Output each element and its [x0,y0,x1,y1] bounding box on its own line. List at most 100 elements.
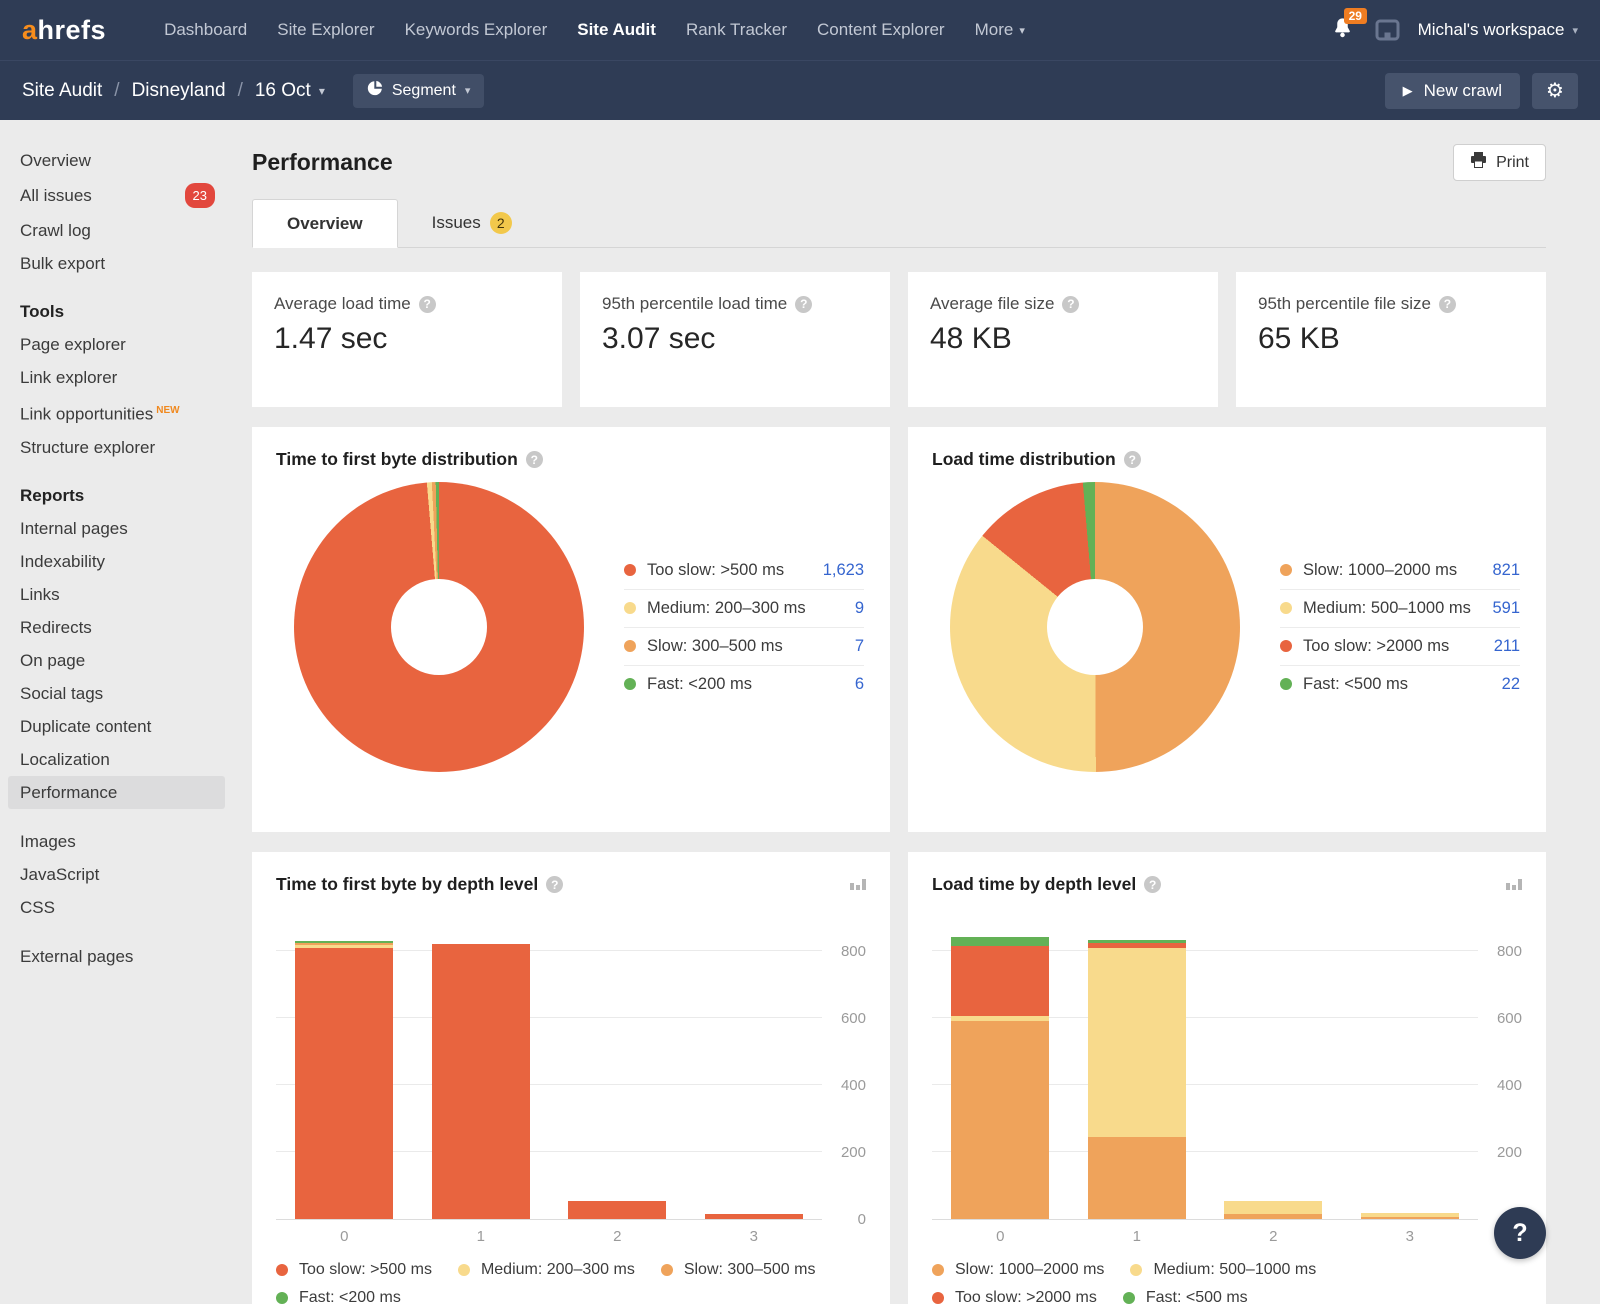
legend-dot [624,640,636,652]
nav-right-cluster: 29 Michal's workspace ▾ [1332,16,1578,44]
nav-item-content-explorer[interactable]: Content Explorer [817,20,945,40]
breadcrumb-site-audit[interactable]: Site Audit [22,80,102,102]
sidebar-item-duplicate-content[interactable]: Duplicate content [8,710,225,743]
print-button[interactable]: Print [1453,144,1546,181]
bar-plot-block: 80060040020000123Too slow: >500 msMedium… [276,935,866,1304]
sidebar-item-social-tags[interactable]: Social tags [8,677,225,710]
sidebar-item-overview[interactable]: Overview [8,144,225,177]
pie-legend: Slow: 1000–2000 ms821Medium: 500–1000 ms… [1280,552,1520,703]
help-icon[interactable]: ? [526,451,543,468]
help-icon[interactable]: ? [1144,876,1161,893]
notifications-button[interactable]: 29 [1332,16,1353,44]
sidebar-item-performance[interactable]: Performance [8,776,225,809]
help-icon[interactable]: ? [1439,296,1456,313]
sidebar-item-link-explorer[interactable]: Link explorer [8,361,225,394]
workspace-switcher[interactable]: Michal's workspace ▾ [1418,20,1578,40]
sidebar-item-link-opportunities[interactable]: Link opportunitiesNEW [8,394,225,431]
x-tick-label: 0 [276,1228,413,1245]
chart-card-load-time-distribution: Load time distribution? Slow: 1000–2000 m… [908,427,1546,832]
segment-button[interactable]: Segment ▾ [353,74,485,108]
legend-row-too-slow-500-ms: Too slow: >500 ms1,623 [624,552,864,589]
legend-value-link[interactable]: 9 [855,599,864,618]
sidebar-item-label: JavaScript [20,864,99,885]
help-icon[interactable]: ? [1062,296,1079,313]
donut-chart [294,482,584,772]
breadcrumb-crawl-date[interactable]: 16 Oct [255,80,311,102]
sidebar-item-on-page[interactable]: On page [8,644,225,677]
sidebar-item-external-pages[interactable]: External pages [8,940,225,973]
nav-item-keywords-explorer[interactable]: Keywords Explorer [405,20,548,40]
chart-title: Time to first byte distribution [276,449,518,470]
bar-stack [568,1201,666,1219]
nav-items: Dashboard Site Explorer Keywords Explorer S… [134,20,1025,40]
sidebar-item-label: External pages [20,946,133,967]
legend-value-link[interactable]: 6 [855,675,864,694]
ahrefs-logo[interactable]: ahrefs [22,15,106,46]
nav-item-label: Rank Tracker [686,20,787,40]
help-icon[interactable]: ? [419,296,436,313]
stat-card-95th-percentile-file-size: 95th percentile file size?65 KB [1236,272,1546,407]
legend-dot [624,678,636,690]
help-icon[interactable]: ? [795,296,812,313]
legend-value-link[interactable]: 821 [1492,561,1520,580]
sidebar-item-label: Images [20,831,76,852]
help-floating-button[interactable]: ? [1494,1207,1546,1259]
sidebar-item-localization[interactable]: Localization [8,743,225,776]
chart-type-icon[interactable] [1506,879,1522,890]
legend-value-link[interactable]: 1,623 [823,561,864,580]
donut-chart [950,482,1240,772]
bar-stack [432,944,530,1219]
breadcrumb-project[interactable]: Disneyland [132,80,226,102]
x-axis-labels: 0123 [932,1228,1478,1245]
sidebar-item-bulk-export[interactable]: Bulk export [8,247,225,280]
sidebar-item-javascript[interactable]: JavaScript [8,858,225,891]
segment-label: Segment [392,82,456,100]
bell-icon [1332,26,1353,43]
sidebar-item-all-issues[interactable]: All issues23 [8,177,225,214]
nav-item-dashboard[interactable]: Dashboard [164,20,247,40]
legend-dot [458,1264,470,1276]
settings-button[interactable]: ⚙ [1532,73,1578,109]
sidebar-item-redirects[interactable]: Redirects [8,611,225,644]
device-icon[interactable] [1375,19,1400,41]
chart-title: Load time distribution [932,449,1116,470]
sidebar-item-indexability[interactable]: Indexability [8,545,225,578]
sidebar-item-structure-explorer[interactable]: Structure explorer [8,431,225,464]
sidebar-item-label: Indexability [20,551,105,572]
nav-item-more[interactable]: More▾ [975,20,1025,40]
help-icon[interactable]: ? [546,876,563,893]
help-icon[interactable]: ? [1124,451,1141,468]
legend-dot [1280,640,1292,652]
tab-overview[interactable]: Overview [252,199,398,248]
legend-value-link[interactable]: 211 [1494,637,1520,656]
nav-item-label: Keywords Explorer [405,20,548,40]
breadcrumb-separator: / [238,80,243,102]
legend-value-link[interactable]: 591 [1492,599,1520,618]
tab-label: Overview [287,214,363,234]
chart-type-icon[interactable] [850,879,866,890]
stat-label: Average file size? [930,294,1196,314]
tab-label: Issues [432,213,481,233]
legend-dot [1130,1264,1142,1276]
legend-value-link[interactable]: 22 [1502,675,1520,694]
nav-item-site-explorer[interactable]: Site Explorer [277,20,374,40]
sidebar-item-page-explorer[interactable]: Page explorer [8,328,225,361]
sidebar-item-css[interactable]: CSS [8,891,225,924]
nav-item-rank-tracker[interactable]: Rank Tracker [686,20,787,40]
chevron-down-icon: ▾ [1019,24,1025,37]
nav-item-site-audit[interactable]: Site Audit [577,20,656,40]
legend-value-link[interactable]: 7 [855,637,864,656]
gear-icon: ⚙ [1546,78,1564,103]
legend-label: Medium: 200–300 ms [647,599,855,618]
sidebar-section-tools: Tools [0,296,233,328]
sidebar-item-crawl-log[interactable]: Crawl log [8,214,225,247]
sidebar-item-internal-pages[interactable]: Internal pages [8,512,225,545]
sidebar-item-links[interactable]: Links [8,578,225,611]
legend-row-fast-200-ms: Fast: <200 ms6 [624,665,864,703]
page: ahrefs Dashboard Site Explorer Keywords Ex… [0,0,1600,1304]
legend-dot [1123,1292,1135,1304]
chevron-down-icon[interactable]: ▾ [319,84,325,98]
sidebar-item-images[interactable]: Images [8,825,225,858]
new-crawl-button[interactable]: ▶ New crawl [1385,73,1520,109]
tab-issues[interactable]: Issues2 [398,199,546,247]
